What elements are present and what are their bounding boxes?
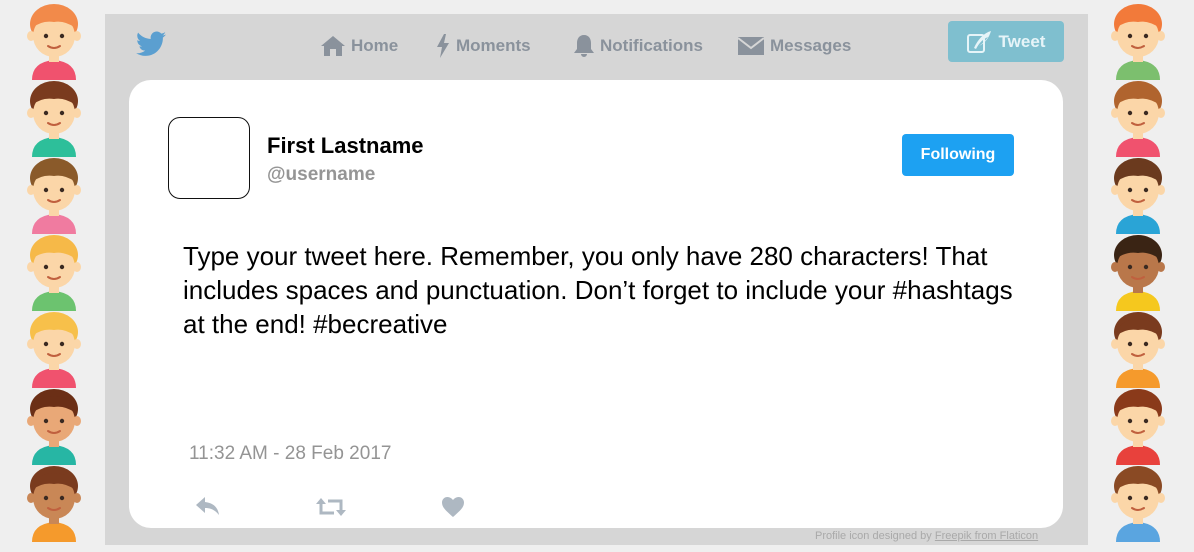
reply-arrow-icon[interactable]: [195, 496, 221, 516]
quill-icon: [966, 30, 991, 53]
avatar-right-5: [1098, 312, 1178, 388]
top-navbar: Home Moments Notifications Messages Twee…: [105, 14, 1088, 76]
avatar-left-3: [14, 158, 94, 234]
twitter-frame: Home Moments Notifications Messages Twee…: [105, 14, 1088, 545]
avatar-left-1: [14, 4, 94, 80]
retweet-icon[interactable]: [315, 496, 347, 518]
avatar-left-7: [14, 466, 94, 542]
nav-notifications-label: Notifications: [600, 36, 703, 55]
following-button[interactable]: Following: [902, 134, 1014, 176]
lightning-icon: [437, 34, 449, 58]
icon-credit: Profile icon designed by Freepik from Fl…: [815, 530, 1038, 542]
nav-moments[interactable]: Moments: [435, 34, 531, 58]
nav-home-label: Home: [351, 36, 399, 55]
profile-picture-placeholder[interactable]: [168, 117, 250, 199]
avatar-column-left: [14, 0, 94, 552]
avatar-right-7: [1098, 466, 1178, 542]
avatar-right-3: [1098, 158, 1178, 234]
bell-icon: [574, 35, 594, 57]
avatar-right-4: [1098, 235, 1178, 311]
avatar-left-5: [14, 312, 94, 388]
nav-messages[interactable]: Messages: [737, 34, 851, 58]
nav-home[interactable]: Home: [320, 34, 398, 58]
username[interactable]: @username: [267, 164, 375, 186]
tweet-card: First Lastname @username Following Type …: [129, 80, 1063, 528]
avatar-right-2: [1098, 81, 1178, 157]
avatar-left-4: [14, 235, 94, 311]
tweet-button-label: Tweet: [998, 31, 1046, 51]
credit-link[interactable]: Freepik from Flaticon: [935, 530, 1038, 542]
house-icon: [321, 36, 345, 56]
display-name[interactable]: First Lastname: [267, 133, 424, 159]
avatar-right-1: [1098, 4, 1178, 80]
credit-prefix: Profile icon designed by: [815, 530, 935, 542]
twitter-bird-icon[interactable]: [136, 31, 166, 57]
avatar-left-6: [14, 389, 94, 465]
nav-messages-label: Messages: [770, 36, 852, 55]
avatar-left-2: [14, 81, 94, 157]
tweet-text: Type your tweet here. Remember, you only…: [183, 241, 1013, 339]
nav-moments-label: Moments: [456, 36, 531, 55]
avatar-column-right: [1098, 0, 1178, 552]
nav-notifications[interactable]: Notifications: [573, 34, 703, 58]
envelope-icon: [737, 37, 765, 55]
tweet-button[interactable]: Tweet: [948, 21, 1064, 62]
heart-icon[interactable]: [441, 496, 465, 518]
tweet-timestamp[interactable]: 11:32 AM - 28 Feb 2017: [189, 443, 391, 465]
avatar-right-6: [1098, 389, 1178, 465]
